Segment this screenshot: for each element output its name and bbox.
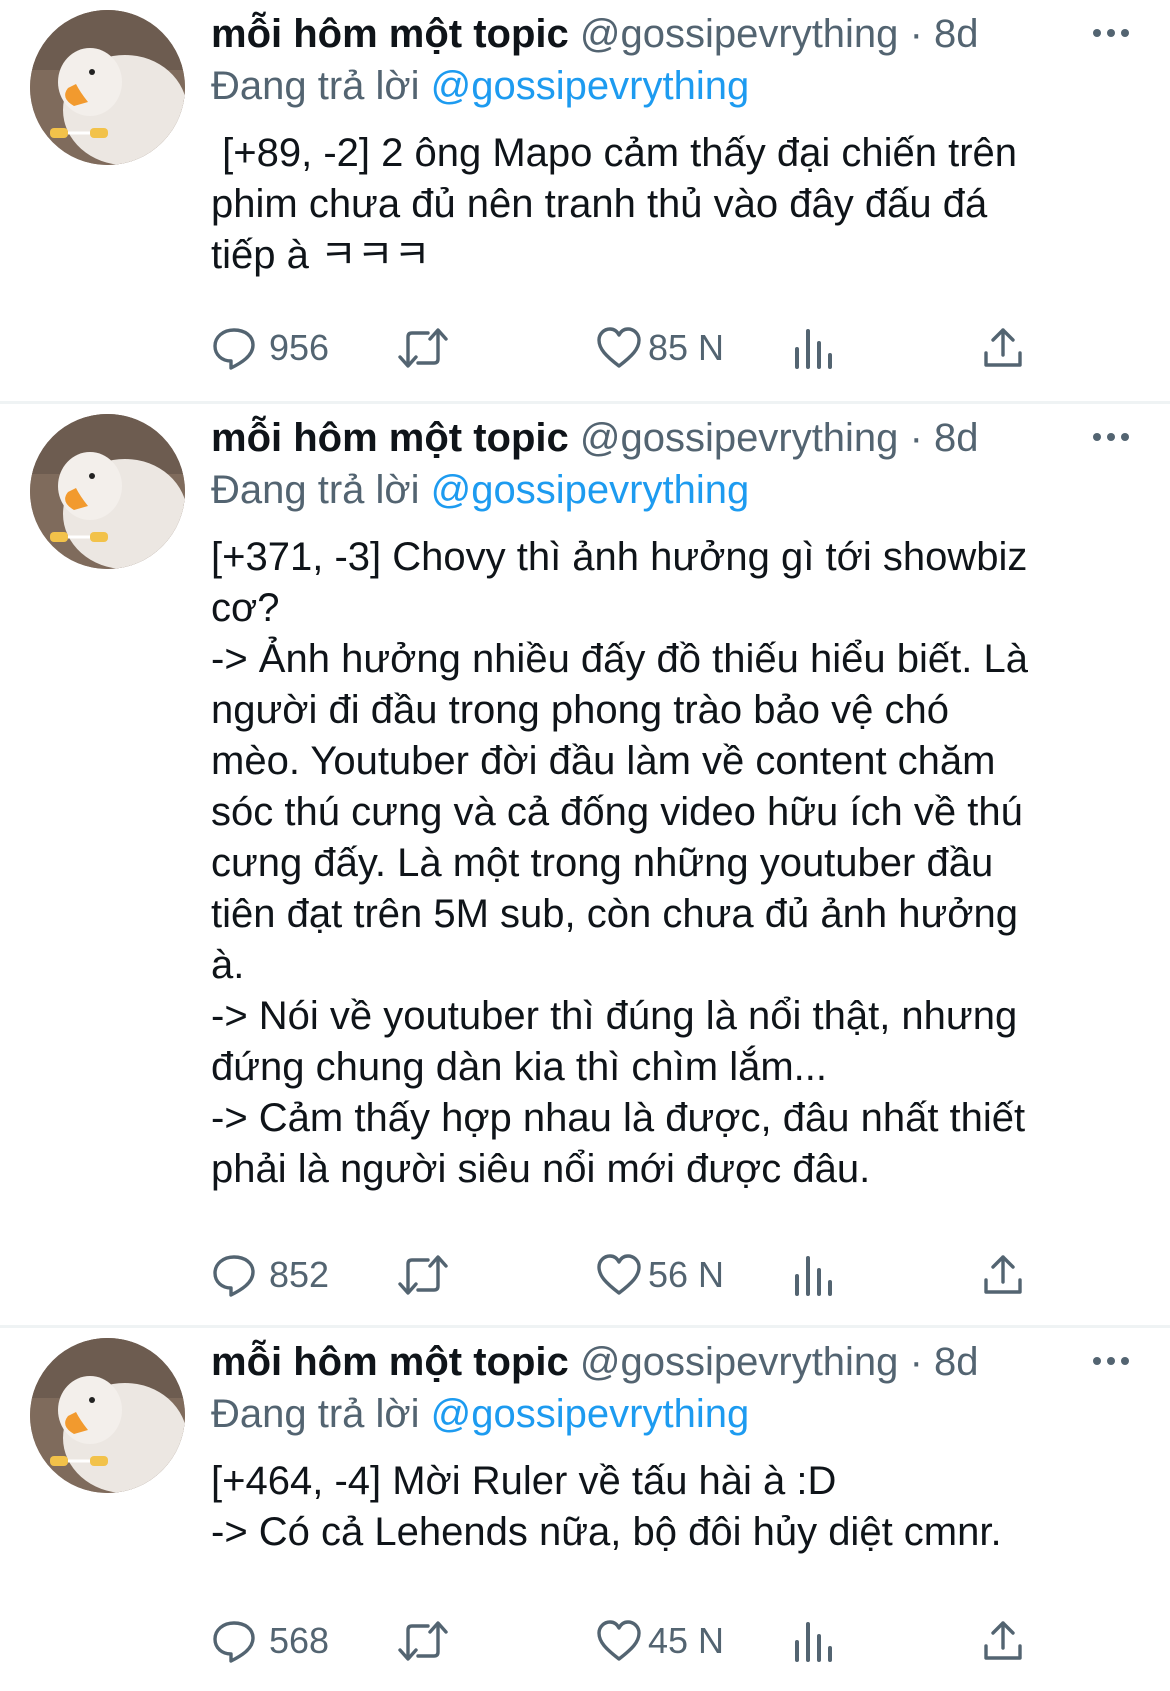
- retweet-icon: [398, 328, 448, 368]
- views-button[interactable]: [791, 1245, 835, 1305]
- reply-button[interactable]: 568: [211, 1611, 329, 1671]
- tweet-feed: mỗi hôm một topic @gossipevrything · 8d …: [0, 0, 1170, 1691]
- retweet-button[interactable]: [396, 1245, 450, 1305]
- share-button[interactable]: [981, 1611, 1025, 1671]
- more-icon[interactable]: [1091, 430, 1131, 444]
- like-count: 45 N: [648, 1620, 725, 1661]
- timestamp[interactable]: 8d: [934, 1340, 979, 1384]
- more-icon[interactable]: [1091, 1354, 1131, 1368]
- share-icon: [984, 328, 1022, 367]
- author-handle[interactable]: @gossipevrything: [580, 416, 899, 460]
- tweet-header: mỗi hôm một topic @gossipevrything · 8d: [211, 412, 1131, 464]
- share-icon: [984, 1621, 1022, 1660]
- tweet-header: mỗi hôm một topic @gossipevrything · 8d: [211, 8, 1131, 60]
- like-button[interactable]: 85 N: [596, 318, 724, 378]
- reply-to-handle[interactable]: @gossipevrything: [431, 64, 750, 108]
- timestamp[interactable]: 8d: [934, 416, 979, 460]
- tweet[interactable]: mỗi hôm một topic @gossipevrything · 8d …: [0, 0, 1170, 401]
- separator-dot: ·: [909, 1340, 923, 1384]
- retweet-button[interactable]: [396, 318, 450, 378]
- like-icon: [597, 1620, 641, 1661]
- reply-context: Đang trả lời @gossipevrything: [211, 464, 1131, 516]
- author-name[interactable]: mỗi hôm một topic: [211, 416, 569, 460]
- reply-count: 568: [269, 1620, 330, 1661]
- author-handle[interactable]: @gossipevrything: [580, 12, 899, 56]
- author-handle[interactable]: @gossipevrything: [580, 1340, 899, 1384]
- reply-to-handle[interactable]: @gossipevrything: [431, 1392, 750, 1436]
- reply-prefix: Đang trả lời: [211, 468, 420, 512]
- tweet-actions: 852 56 N: [211, 1245, 1061, 1305]
- retweet-icon: [398, 1621, 448, 1661]
- like-count: 85 N: [648, 327, 725, 368]
- tweet-text: [+371, -3] Chovy thì ảnh hưởng gì tới sh…: [211, 535, 1028, 1191]
- tweet-text: [+464, -4] Mời Ruler về tấu hài à :D -> …: [211, 1459, 1002, 1554]
- author-name[interactable]: mỗi hôm một topic: [211, 1340, 569, 1384]
- views-icon: [795, 1256, 832, 1296]
- tweet[interactable]: mỗi hôm một topic @gossipevrything · 8d …: [0, 1325, 1170, 1691]
- reply-to-handle[interactable]: @gossipevrything: [431, 468, 750, 512]
- reply-button[interactable]: 956: [211, 318, 329, 378]
- reply-button[interactable]: 852: [211, 1245, 329, 1305]
- like-icon: [597, 327, 641, 368]
- reply-context: Đang trả lời @gossipevrything: [211, 60, 1131, 112]
- more-icon[interactable]: [1091, 26, 1131, 40]
- avatar[interactable]: [30, 414, 185, 569]
- reply-count: 956: [269, 327, 330, 368]
- separator-dot: ·: [909, 416, 923, 460]
- views-icon: [795, 1622, 832, 1662]
- reply-count: 852: [269, 1254, 330, 1295]
- retweet-button[interactable]: [396, 1611, 450, 1671]
- reply-icon: [213, 1255, 255, 1297]
- separator-dot: ·: [909, 12, 923, 56]
- like-icon: [597, 1254, 641, 1295]
- views-icon: [795, 329, 832, 369]
- share-button[interactable]: [981, 1245, 1025, 1305]
- tweet-header: mỗi hôm một topic @gossipevrything · 8d: [211, 1336, 1131, 1388]
- tweet-actions: 956 85 N: [211, 318, 1061, 378]
- tweet[interactable]: mỗi hôm một topic @gossipevrything · 8d …: [0, 401, 1170, 1325]
- like-button[interactable]: 45 N: [596, 1611, 724, 1671]
- share-button[interactable]: [981, 318, 1025, 378]
- reply-icon: [213, 328, 255, 370]
- like-button[interactable]: 56 N: [596, 1245, 724, 1305]
- avatar[interactable]: [30, 10, 185, 165]
- avatar[interactable]: [30, 1338, 185, 1493]
- author-name[interactable]: mỗi hôm một topic: [211, 12, 569, 56]
- reply-context: Đang trả lời @gossipevrything: [211, 1388, 1131, 1440]
- views-button[interactable]: [791, 1611, 835, 1671]
- retweet-icon: [398, 1255, 448, 1295]
- reply-prefix: Đang trả lời: [211, 64, 420, 108]
- like-count: 56 N: [648, 1254, 725, 1295]
- share-icon: [984, 1255, 1022, 1294]
- tweet-text: [+89, -2] 2 ông Mapo cảm thấy đại chiến …: [211, 131, 1018, 277]
- reply-icon: [213, 1621, 255, 1663]
- timestamp[interactable]: 8d: [934, 12, 979, 56]
- tweet-actions: 568 45 N: [211, 1611, 1061, 1671]
- views-button[interactable]: [791, 318, 835, 378]
- reply-prefix: Đang trả lời: [211, 1392, 420, 1436]
